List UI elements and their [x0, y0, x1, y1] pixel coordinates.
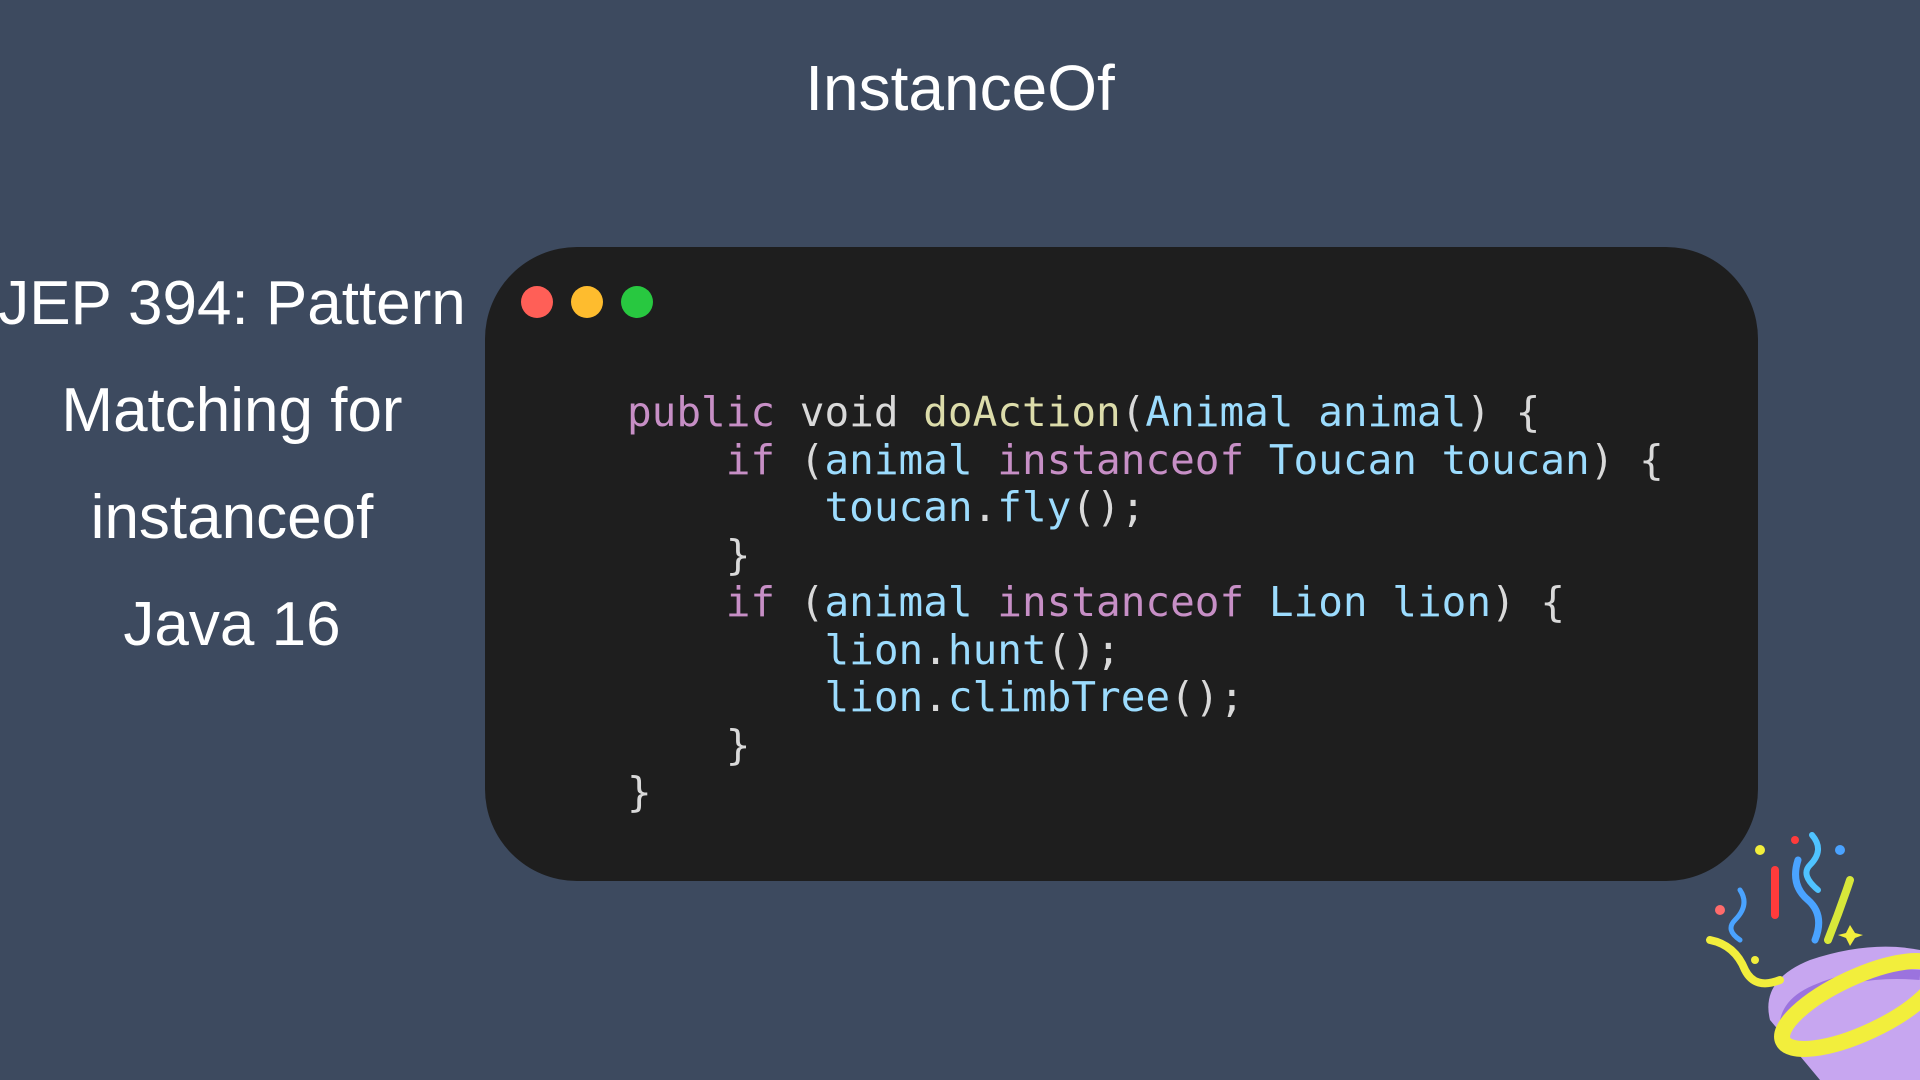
code-line: if (animal instanceof Lion lion) { [627, 578, 1664, 627]
code-token: . [972, 483, 998, 531]
code-token: (); [1071, 483, 1146, 531]
code-token: (); [1170, 673, 1245, 721]
code-token: if [725, 435, 776, 484]
code-line: lion.climbTree(); [627, 673, 1664, 722]
code-token: hunt [947, 625, 1047, 674]
code-token: fly [997, 483, 1072, 531]
code-token: . [923, 625, 948, 674]
code-line: } [627, 530, 1664, 580]
code-line: toucan.fly(); [627, 483, 1664, 532]
code-token: ( [775, 435, 825, 484]
code-block: public void doAction(Animal animal) { if… [627, 388, 1664, 817]
code-token: lion [1392, 578, 1492, 626]
slide: InstanceOf JEP 394: Pattern Matching for… [0, 0, 1920, 1080]
code-line: } [627, 720, 1664, 770]
code-token: } [627, 768, 652, 816]
code-token: ( [1120, 388, 1146, 436]
code-token: ) { [1589, 435, 1664, 484]
code-token: animal [824, 578, 973, 626]
code-token: } [627, 530, 751, 579]
code-token: animal [1318, 388, 1467, 436]
code-token: Animal [1145, 388, 1294, 436]
code-token: ) { [1491, 578, 1566, 626]
code-token: void [775, 388, 924, 436]
code-token: lion [824, 673, 924, 721]
code-token: climbTree [947, 673, 1171, 721]
code-token: public [627, 388, 776, 436]
code-token: animal [824, 435, 973, 484]
code-line: } [627, 768, 1664, 817]
code-token: instanceof [997, 435, 1245, 484]
code-token: instanceof [997, 578, 1245, 626]
maximize-dot [621, 286, 653, 318]
code-token: Lion [1268, 578, 1368, 626]
code-token: (); [1046, 625, 1121, 674]
code-token: toucan [1441, 435, 1590, 484]
code-window: public void doAction(Animal animal) { if… [485, 247, 1758, 881]
code-token: ( [775, 578, 825, 626]
close-dot [521, 286, 553, 318]
code-token: toucan [824, 483, 973, 531]
party-popper-icon [1706, 832, 1920, 1080]
code-token: if [725, 578, 776, 626]
slide-title: InstanceOf [805, 52, 1115, 124]
code-line: public void doAction(Animal animal) { [627, 388, 1664, 437]
code-token: lion [824, 625, 924, 674]
code-token: . [923, 673, 948, 721]
code-token: ) { [1466, 388, 1541, 436]
code-token: } [627, 720, 751, 769]
code-token: doAction [923, 388, 1121, 436]
code-token: Toucan [1268, 435, 1417, 484]
code-line: lion.hunt(); [627, 625, 1664, 675]
minimize-dot [571, 286, 603, 318]
code-line: if (animal instanceof Toucan toucan) { [627, 435, 1664, 485]
